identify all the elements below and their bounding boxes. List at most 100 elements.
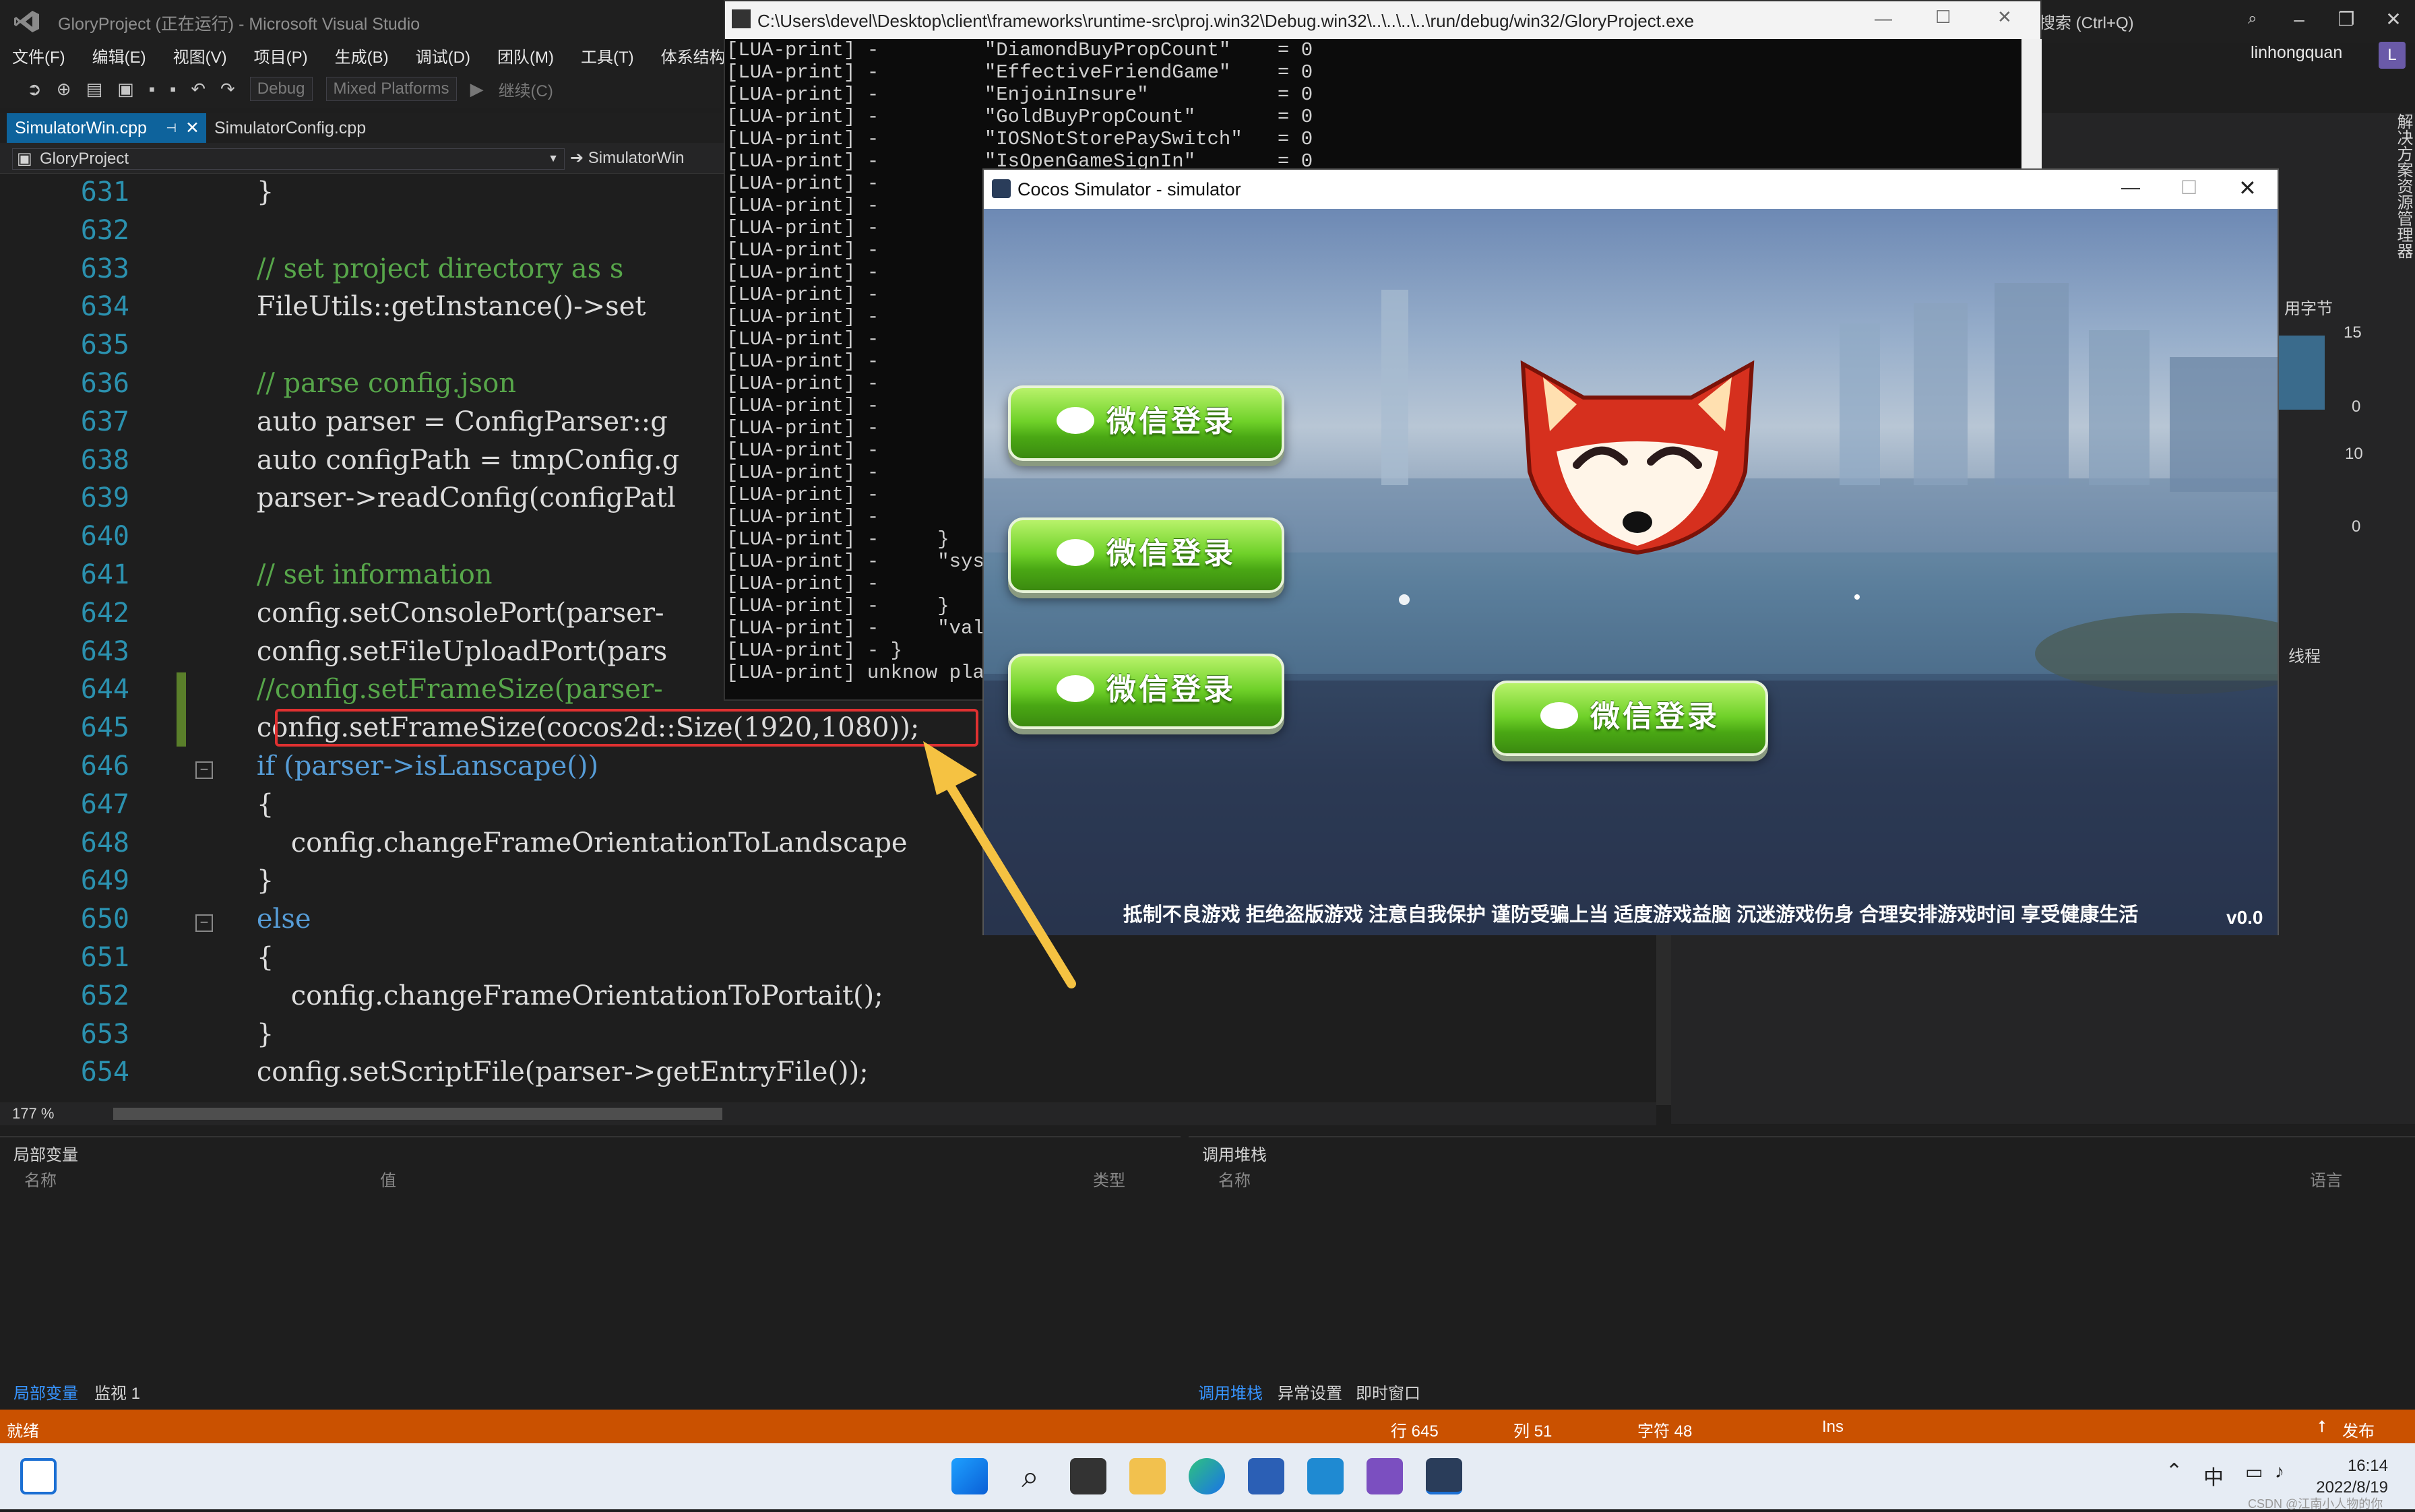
code-line[interactable]: FileUtils::getInstance()->set: [222, 291, 646, 322]
edge-icon[interactable]: [1189, 1458, 1225, 1494]
continue-icon[interactable]: ▶: [470, 79, 484, 100]
menu-project[interactable]: 项目(P): [254, 44, 308, 67]
fold-toggle-icon[interactable]: −: [195, 914, 213, 933]
open-folder-icon[interactable]: ▣: [117, 79, 134, 100]
undo-icon[interactable]: ↶: [191, 79, 206, 100]
fold-toggle-icon[interactable]: −: [195, 761, 213, 779]
menu-team[interactable]: 团队(M): [497, 44, 554, 67]
code-line[interactable]: config.changeFrameOrientationToLandscape: [222, 827, 908, 858]
platform-select[interactable]: Mixed Platforms: [325, 77, 457, 101]
locals-col-type[interactable]: 类型: [1093, 1167, 1125, 1191]
forward-icon[interactable]: ⊕: [57, 79, 71, 100]
store-icon[interactable]: [1248, 1458, 1284, 1494]
cocos-simulator-window[interactable]: Cocos Simulator - simulator — ☐ ✕ 微信登录 微…: [982, 168, 2279, 935]
avatar[interactable]: L: [2379, 42, 2406, 69]
zoom-level[interactable]: 177 %: [12, 1105, 54, 1123]
line-number: 646: [80, 751, 129, 782]
locals-col-name[interactable]: 名称: [24, 1167, 57, 1191]
project-dropdown[interactable]: ▣ GloryProject ▼: [12, 148, 565, 170]
back-icon[interactable]: ➲: [27, 79, 42, 100]
clock[interactable]: 16:14 2022/8/19: [2316, 1455, 2388, 1499]
tray-chevron-icon[interactable]: ⌃: [2166, 1459, 2183, 1483]
cocos-maximize-button[interactable]: ☐: [2181, 177, 2197, 199]
menu-view[interactable]: 视图(V): [173, 44, 227, 67]
solution-explorer-tab[interactable]: 解决方案资源管理器: [2388, 113, 2415, 259]
locals-col-value[interactable]: 值: [380, 1167, 396, 1191]
save-all-icon[interactable]: ▪: [170, 79, 176, 100]
search-taskbar-icon[interactable]: ⌕: [1012, 1458, 1048, 1494]
continue-button[interactable]: 继续(C): [499, 77, 553, 101]
code-line[interactable]: }: [222, 865, 274, 896]
cocos-taskbar-icon[interactable]: [1426, 1458, 1462, 1494]
code-line[interactable]: config.setFileUploadPort(pars: [222, 636, 667, 667]
start-icon[interactable]: [951, 1458, 988, 1494]
code-line[interactable]: auto parser = ConfigParser::g: [222, 406, 668, 437]
menu-tools[interactable]: 工具(T): [581, 44, 634, 67]
tab-exception-settings[interactable]: 异常设置: [1278, 1380, 1342, 1404]
console-minimize-button[interactable]: —: [1875, 8, 1892, 29]
console-close-button[interactable]: ✕: [1997, 7, 2012, 28]
widgets-icon[interactable]: [20, 1458, 57, 1494]
code-line[interactable]: config.changeFrameOrientationToPortait()…: [222, 980, 883, 1011]
line-number: 651: [80, 942, 129, 973]
minimize-button[interactable]: –: [2278, 3, 2321, 36]
ime-indicator[interactable]: 中: [2203, 1461, 2224, 1490]
tab-locals[interactable]: 局部变量: [13, 1380, 78, 1404]
callstack-col-lang[interactable]: 语言: [2310, 1167, 2342, 1191]
cocos-close-button[interactable]: ✕: [2238, 175, 2257, 201]
save-icon[interactable]: ▪: [149, 79, 155, 100]
wechat-login-button-3[interactable]: 微信登录: [1008, 654, 1284, 729]
vscode-icon[interactable]: [1307, 1458, 1344, 1494]
visual-studio-taskbar-icon[interactable]: [1367, 1458, 1403, 1494]
game-view[interactable]: 微信登录 微信登录 微信登录 微信登录 抵制不良游戏 拒绝盗版游戏 注意自我保护…: [984, 209, 2278, 935]
redo-icon[interactable]: ↷: [220, 79, 235, 100]
network-icon[interactable]: ▭: [2245, 1461, 2263, 1483]
solution-config-select[interactable]: Debug: [249, 77, 313, 101]
pin-icon[interactable]: ⊣: [166, 113, 177, 143]
code-line[interactable]: }: [222, 177, 274, 208]
menu-build[interactable]: 生成(B): [335, 44, 389, 67]
code-line[interactable]: config.setConsolePort(parser-: [222, 598, 664, 629]
code-line[interactable]: // set project directory as s: [222, 253, 624, 284]
volume-icon[interactable]: ♪: [2275, 1461, 2284, 1482]
file-explorer-icon[interactable]: [1129, 1458, 1166, 1494]
code-line[interactable]: //config.setFrameSize(parser-: [222, 674, 663, 705]
tab-simulatorwin-cpp[interactable]: SimulatorWin.cpp ⊣ ✕: [7, 113, 206, 143]
wechat-login-button-2[interactable]: 微信登录: [1008, 517, 1284, 593]
highlight-annotation: [275, 709, 978, 747]
code-line[interactable]: // set information: [222, 559, 493, 590]
user-name[interactable]: linhongquan: [2251, 43, 2342, 63]
code-line[interactable]: if (parser->isLanscape()): [222, 751, 598, 782]
close-button[interactable]: ✕: [2372, 3, 2415, 36]
tab-immediate-window[interactable]: 即时窗口: [1356, 1380, 1420, 1404]
code-line[interactable]: parser->readConfig(configPatl: [222, 482, 676, 513]
new-project-icon[interactable]: ▤: [86, 79, 103, 100]
menu-architecture[interactable]: 体系结构: [661, 44, 726, 67]
member-dropdown[interactable]: ➔ SimulatorWin: [570, 148, 725, 170]
menu-debug[interactable]: 调试(D): [416, 44, 470, 67]
search-box[interactable]: 搜索 (Ctrl+Q) ⌕: [2028, 5, 2278, 32]
tab-callstack[interactable]: 调用堆栈: [1198, 1380, 1263, 1404]
code-line[interactable]: {: [222, 789, 274, 820]
console-maximize-button[interactable]: ☐: [1935, 7, 1951, 28]
menu-file[interactable]: 文件(F): [12, 44, 65, 67]
maximize-button[interactable]: ❐: [2325, 3, 2368, 36]
menu-edit[interactable]: 编辑(E): [92, 44, 146, 67]
code-line[interactable]: config.setScriptFile(parser->getEntryFil…: [222, 1057, 869, 1088]
project-icon: ▣: [17, 150, 32, 168]
callstack-col-name[interactable]: 名称: [1218, 1167, 1251, 1191]
code-line[interactable]: auto configPath = tmpConfig.g: [222, 445, 679, 476]
close-tab-icon[interactable]: ✕: [185, 113, 199, 143]
tab-simulatorconfig-cpp[interactable]: SimulatorConfig.cpp: [206, 113, 374, 143]
code-line[interactable]: // parse config.json: [222, 368, 516, 399]
publish-button[interactable]: 发布: [2342, 1418, 2375, 1441]
code-line[interactable]: }: [222, 1019, 274, 1050]
task-view-icon[interactable]: [1070, 1458, 1106, 1494]
code-line[interactable]: else: [222, 904, 311, 935]
cocos-minimize-button[interactable]: —: [2121, 177, 2140, 198]
wechat-login-button-4[interactable]: 微信登录: [1492, 681, 1768, 756]
wechat-login-button-1[interactable]: 微信登录: [1008, 385, 1284, 461]
tab-watch1[interactable]: 监视 1: [94, 1380, 140, 1404]
horizontal-scrollbar[interactable]: [113, 1108, 722, 1120]
code-line[interactable]: {: [222, 942, 274, 973]
